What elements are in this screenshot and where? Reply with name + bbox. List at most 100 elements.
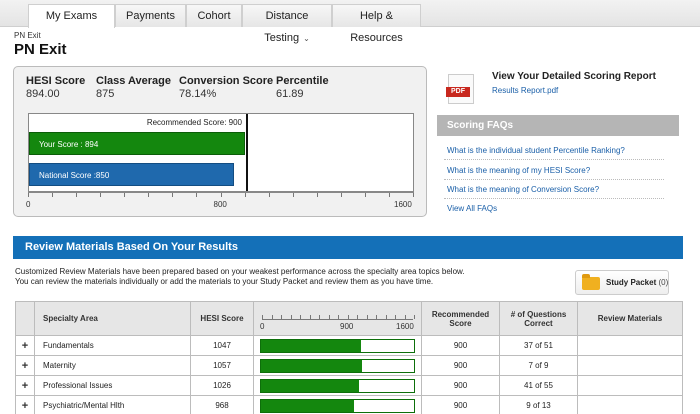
recommended-score-cell: 900 bbox=[421, 375, 500, 396]
axis-tick bbox=[281, 314, 282, 319]
view-all-faqs-link[interactable]: View All FAQs bbox=[447, 204, 497, 213]
score-chart-axis bbox=[28, 192, 414, 200]
specialty-area-cell: Maternity bbox=[34, 355, 191, 376]
mini-bar-track bbox=[260, 338, 415, 353]
tab-label: Distance Testing bbox=[264, 10, 309, 44]
specialty-area-cell: Psychiatric/Mental Hlth bbox=[34, 395, 191, 414]
axis-tick bbox=[319, 314, 320, 319]
axis-tick bbox=[293, 193, 294, 197]
recommended-score-cell: 900 bbox=[421, 395, 500, 414]
tab-my-exams[interactable]: My Exams bbox=[28, 4, 115, 28]
tab-payments[interactable]: Payments bbox=[115, 4, 186, 27]
questions-correct-cell: 37 of 51 bbox=[499, 335, 578, 356]
review-materials-cell bbox=[577, 375, 683, 396]
mini-bar-track bbox=[260, 378, 415, 393]
divider bbox=[444, 159, 664, 160]
tab-cohort[interactable]: Cohort bbox=[186, 4, 242, 27]
axis-tick bbox=[310, 314, 311, 319]
axis-tick bbox=[245, 193, 246, 197]
class-average-stat: Class Average 875 bbox=[96, 75, 171, 100]
chevron-down-icon: ⌄ bbox=[303, 34, 310, 43]
scoring-faqs-header: Scoring FAQs bbox=[437, 115, 679, 136]
recommended-score-line bbox=[246, 114, 248, 191]
study-packet-text: Study Packet bbox=[606, 278, 657, 287]
report-title: View Your Detailed Scoring Report bbox=[492, 71, 656, 82]
axis-tick bbox=[414, 314, 415, 319]
tab-label: Payments bbox=[126, 10, 175, 22]
your-score-bar: Your Score : 894 bbox=[29, 132, 245, 155]
results-report-link[interactable]: Results Report.pdf bbox=[492, 86, 558, 95]
axis-tick bbox=[317, 193, 318, 197]
axis-tick bbox=[76, 193, 77, 197]
axis-tick bbox=[329, 314, 330, 319]
axis-tick-label: 0 bbox=[26, 200, 31, 209]
pdf-tag: PDF bbox=[446, 87, 470, 97]
specialty-area-cell: Fundamentals bbox=[34, 335, 191, 356]
recommended-score-cell: 900 bbox=[421, 355, 500, 376]
study-packet-button[interactable]: Study Packet (0) bbox=[575, 270, 669, 295]
stat-value: 61.89 bbox=[276, 88, 304, 100]
table-row: + Psychiatric/Mental Hlth 968 900 9 of 1… bbox=[15, 395, 683, 414]
stat-value: 875 bbox=[96, 88, 115, 100]
axis-tick bbox=[172, 193, 173, 197]
study-packet-label: Study Packet (0) bbox=[606, 278, 668, 287]
axis-line bbox=[262, 318, 413, 320]
tab-help-resources[interactable]: Help & Resources bbox=[332, 4, 421, 44]
axis-tick bbox=[367, 314, 368, 319]
faq-link-hesi-score[interactable]: What is the meaning of my HESI Score? bbox=[447, 166, 590, 175]
review-intro-text: Customized Review Materials have been pr… bbox=[15, 267, 465, 287]
percentile-stat: Percentile 61.89 bbox=[276, 75, 329, 100]
review-materials-cell bbox=[577, 395, 683, 414]
divider bbox=[444, 179, 664, 180]
expand-row-button[interactable]: + bbox=[15, 375, 35, 396]
axis-tick bbox=[196, 193, 197, 197]
mini-bar-track bbox=[260, 398, 415, 413]
score-summary-panel: HESI Score 894.00 Class Average 875 Conv… bbox=[13, 66, 427, 217]
table-row: + Professional Issues 1026 900 41 of 55 bbox=[15, 375, 683, 396]
expand-row-button[interactable]: + bbox=[15, 395, 35, 414]
main-tabs: My Exams Payments Cohort Distance Testin… bbox=[0, 0, 700, 44]
recommended-score-cell: 900 bbox=[421, 335, 500, 356]
intro-line: You can review the materials individuall… bbox=[15, 277, 434, 286]
table-row: + Maternity 1057 900 7 of 9 bbox=[15, 355, 683, 376]
expand-row-button[interactable]: + bbox=[15, 355, 35, 376]
specialty-area-header: Specialty Area bbox=[34, 301, 191, 336]
axis-tick bbox=[262, 314, 263, 319]
hesi-score-cell: 1047 bbox=[190, 335, 254, 356]
divider bbox=[444, 198, 664, 199]
tab-label: My Exams bbox=[45, 10, 98, 22]
national-score-bar: National Score :850 bbox=[29, 163, 234, 186]
breadcrumb[interactable]: PN Exit bbox=[14, 31, 41, 40]
score-bar-cell bbox=[253, 335, 422, 356]
axis-tick-label: 900 bbox=[340, 321, 354, 331]
recommended-score-header: Recommended Score bbox=[421, 301, 500, 336]
folder-icon bbox=[582, 274, 600, 290]
tab-distance-testing[interactable]: Distance Testing ⌄ bbox=[242, 4, 332, 44]
axis-tick bbox=[365, 193, 366, 197]
review-materials-cell bbox=[577, 355, 683, 376]
axis-tick bbox=[405, 314, 406, 319]
hesi-score-cell: 1057 bbox=[190, 355, 254, 376]
questions-correct-cell: 9 of 13 bbox=[499, 395, 578, 414]
score-bar-cell bbox=[253, 375, 422, 396]
hesi-score-stat: HESI Score 894.00 bbox=[26, 75, 85, 100]
mini-bar-fill bbox=[261, 399, 354, 412]
axis-tick bbox=[338, 314, 339, 319]
pdf-icon[interactable]: PDF bbox=[446, 74, 474, 104]
stat-label: HESI Score bbox=[26, 75, 86, 87]
axis-tick-label: 1600 bbox=[396, 321, 414, 331]
faq-link-conversion-score[interactable]: What is the meaning of Conversion Score? bbox=[447, 185, 599, 194]
table-row: + Fundamentals 1047 900 37 of 51 bbox=[15, 335, 683, 356]
expand-row-button[interactable]: + bbox=[15, 335, 35, 356]
axis-tick-label: 1600 bbox=[394, 200, 412, 209]
faq-link-percentile[interactable]: What is the individual student Percentil… bbox=[447, 146, 625, 155]
axis-tick bbox=[269, 193, 270, 197]
axis-tick bbox=[291, 314, 292, 319]
mini-bar-fill bbox=[261, 339, 362, 352]
page-title: PN Exit bbox=[14, 41, 67, 58]
review-materials-header: Review Materials bbox=[577, 301, 683, 336]
expand-column-header bbox=[15, 301, 35, 336]
specialty-area-table: Specialty Area HESI Score 0 900 1600 Rec… bbox=[15, 301, 683, 414]
axis-tick bbox=[376, 314, 377, 319]
questions-correct-cell: 7 of 9 bbox=[499, 355, 578, 376]
